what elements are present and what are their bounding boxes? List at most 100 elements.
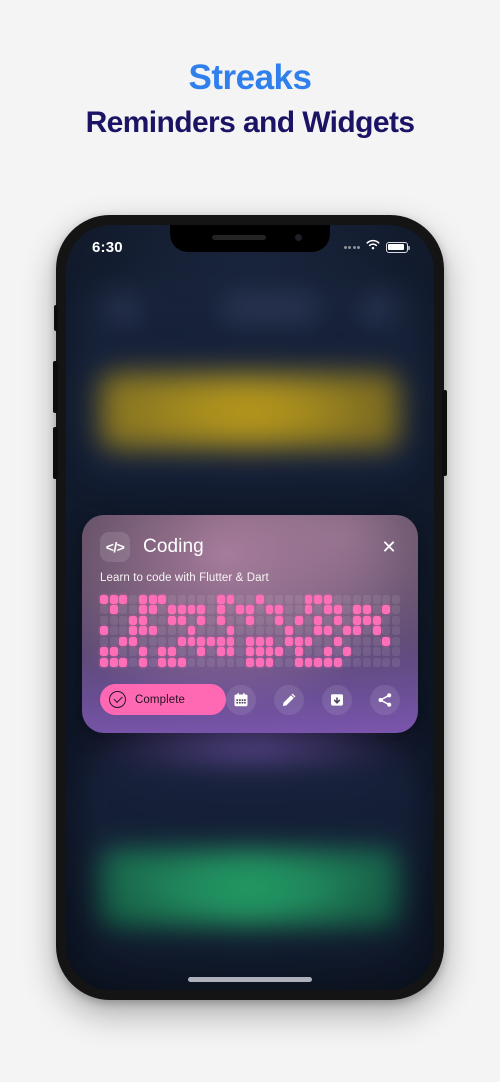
- streak-cell[interactable]: [168, 626, 177, 636]
- streak-cell[interactable]: [119, 657, 128, 667]
- streak-cell[interactable]: [294, 626, 303, 636]
- streak-cell[interactable]: [314, 636, 323, 646]
- streak-cell[interactable]: [207, 626, 215, 636]
- streak-cell[interactable]: [109, 605, 118, 615]
- streak-cell[interactable]: [207, 615, 215, 625]
- streak-cell[interactable]: [343, 605, 352, 615]
- streak-cell[interactable]: [216, 595, 225, 604]
- streak-cell[interactable]: [129, 595, 138, 604]
- streak-cell[interactable]: [109, 615, 118, 625]
- streak-cell[interactable]: [177, 605, 186, 615]
- streak-cell[interactable]: [148, 657, 157, 667]
- streak-cell[interactable]: [372, 595, 381, 604]
- streak-cell[interactable]: [314, 657, 323, 667]
- streak-cell[interactable]: [138, 626, 147, 636]
- streak-cell[interactable]: [275, 647, 284, 657]
- streak-cell[interactable]: [207, 647, 215, 657]
- streak-cell[interactable]: [382, 636, 391, 646]
- streak-cell[interactable]: [382, 647, 391, 657]
- streak-cell[interactable]: [323, 657, 332, 667]
- streak-cell[interactable]: [119, 605, 128, 615]
- streak-cell[interactable]: [304, 605, 313, 615]
- streak-cell[interactable]: [353, 605, 362, 615]
- streak-cell[interactable]: [246, 595, 254, 604]
- streak-cell[interactable]: [304, 615, 313, 625]
- streak-cell[interactable]: [119, 636, 128, 646]
- streak-cell[interactable]: [226, 595, 235, 604]
- streak-cell[interactable]: [197, 626, 206, 636]
- streak-cell[interactable]: [168, 595, 177, 604]
- streak-cell[interactable]: [343, 626, 352, 636]
- streak-cell[interactable]: [323, 647, 332, 657]
- streak-cell[interactable]: [236, 595, 245, 604]
- streak-cell[interactable]: [382, 605, 391, 615]
- streak-cell[interactable]: [177, 595, 186, 604]
- streak-cell[interactable]: [197, 657, 206, 667]
- streak-cell[interactable]: [314, 626, 323, 636]
- streak-cell[interactable]: [372, 605, 381, 615]
- streak-cell[interactable]: [255, 595, 264, 604]
- complete-button[interactable]: Complete: [100, 684, 226, 715]
- streak-cell[interactable]: [148, 615, 157, 625]
- volume-down-button[interactable]: [53, 427, 58, 479]
- streak-cell[interactable]: [285, 657, 293, 667]
- streak-cell[interactable]: [177, 647, 186, 657]
- streak-cell[interactable]: [158, 626, 167, 636]
- streak-cell[interactable]: [129, 657, 138, 667]
- streak-cell[interactable]: [236, 615, 245, 625]
- streak-cell[interactable]: [168, 647, 177, 657]
- streak-cell[interactable]: [177, 626, 186, 636]
- streak-cell[interactable]: [343, 615, 352, 625]
- streak-cell[interactable]: [323, 626, 332, 636]
- streak-cell[interactable]: [109, 657, 118, 667]
- streak-cell[interactable]: [236, 605, 245, 615]
- streak-cell[interactable]: [333, 647, 342, 657]
- streak-cell[interactable]: [177, 636, 186, 646]
- streak-cell[interactable]: [392, 657, 400, 667]
- streak-cell[interactable]: [323, 595, 332, 604]
- archive-button[interactable]: [322, 684, 352, 715]
- streak-cell[interactable]: [129, 626, 138, 636]
- streak-cell[interactable]: [382, 626, 391, 636]
- streak-cell[interactable]: [255, 647, 264, 657]
- silent-switch[interactable]: [54, 305, 58, 331]
- streak-cell[interactable]: [372, 647, 381, 657]
- streak-cell[interactable]: [333, 657, 342, 667]
- streak-cell[interactable]: [100, 615, 108, 625]
- streak-cell[interactable]: [294, 615, 303, 625]
- streak-cell[interactable]: [265, 615, 274, 625]
- streak-cell[interactable]: [294, 636, 303, 646]
- streak-cell[interactable]: [187, 647, 196, 657]
- streak-cell[interactable]: [168, 657, 177, 667]
- streak-cell[interactable]: [362, 647, 371, 657]
- streak-cell[interactable]: [236, 647, 245, 657]
- streak-cell[interactable]: [100, 657, 108, 667]
- streak-cell[interactable]: [333, 636, 342, 646]
- streak-cell[interactable]: [158, 595, 167, 604]
- streak-cell[interactable]: [148, 595, 157, 604]
- streak-cell[interactable]: [275, 626, 284, 636]
- streak-cell[interactable]: [392, 615, 400, 625]
- streak-cell[interactable]: [129, 647, 138, 657]
- streak-cell[interactable]: [158, 605, 167, 615]
- streak-cell[interactable]: [372, 626, 381, 636]
- streak-cell[interactable]: [187, 615, 196, 625]
- streak-cell[interactable]: [187, 657, 196, 667]
- streak-cell[interactable]: [236, 626, 245, 636]
- streak-cell[interactable]: [100, 626, 108, 636]
- streak-cell[interactable]: [246, 615, 254, 625]
- calendar-button[interactable]: [226, 684, 256, 715]
- streak-cell[interactable]: [314, 605, 323, 615]
- streak-cell[interactable]: [392, 636, 400, 646]
- streak-cell[interactable]: [333, 626, 342, 636]
- streak-cell[interactable]: [197, 636, 206, 646]
- streak-cell[interactable]: [343, 636, 352, 646]
- streak-cell[interactable]: [275, 657, 284, 667]
- streak-cell[interactable]: [100, 636, 108, 646]
- streak-cell[interactable]: [275, 636, 284, 646]
- streak-cell[interactable]: [187, 605, 196, 615]
- streak-cell[interactable]: [323, 636, 332, 646]
- streak-cell[interactable]: [246, 605, 254, 615]
- streak-cell[interactable]: [275, 615, 284, 625]
- streak-cell[interactable]: [392, 595, 400, 604]
